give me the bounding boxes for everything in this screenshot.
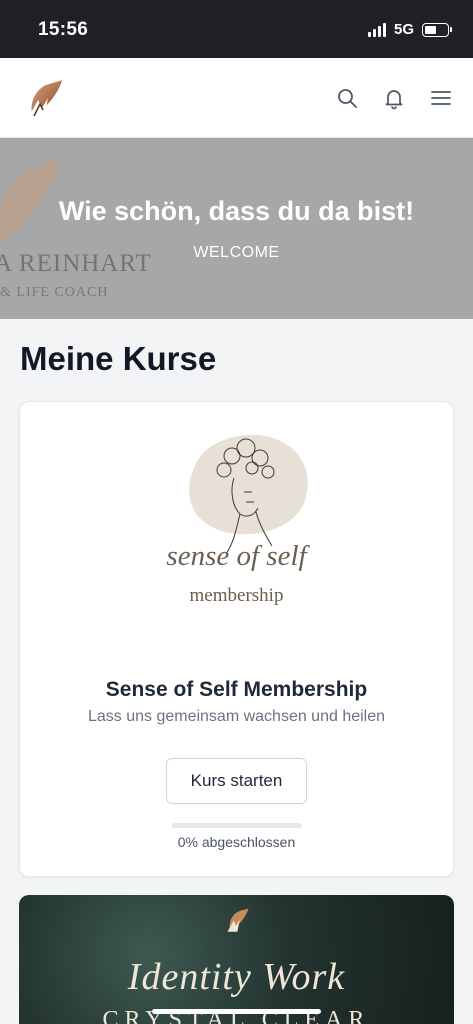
battery-icon [422,22,452,37]
hero-title: Wie schön, dass du da bist! [58,196,415,226]
course-card[interactable]: sense of self membership Sense of Self M… [19,401,454,877]
course-art-subtitle: membership [189,585,284,606]
app-header [0,58,473,138]
network-label: 5G [393,21,414,38]
start-course-button[interactable]: Kurs starten [166,758,307,804]
brand-logo[interactable] [24,78,66,120]
status-time: 15:56 [38,19,89,40]
search-icon[interactable] [335,86,359,110]
brand-logo [227,908,249,932]
section-title: Meine Kurse [20,340,217,377]
hero-subtitle: WELCOME [193,244,280,261]
status-indicators: 5G [367,21,452,38]
course-art-script: Identity Work [127,956,346,998]
course-title: Sense of Self Membership [105,678,368,701]
status-bar: 15:56 5G [0,0,473,58]
bell-icon[interactable] [382,86,406,110]
welcome-hero: A REINHART & LIFE COACH Wie schön, dass … [0,138,473,319]
course-art-script: sense of self [166,540,307,572]
course-card[interactable]: Identity Work CRYSTAL CLEAR [19,895,454,1024]
course-artwork [189,434,308,555]
course-progress-label: 0% abgeschlossen [177,834,296,850]
course-progress-bar [172,823,302,828]
course-description: Lass uns gemeinsam wachsen und heilen [87,708,386,725]
menu-icon[interactable] [429,86,453,110]
signal-icon [367,22,386,37]
home-indicator[interactable] [152,1009,321,1014]
hero-background-tagline: & LIFE COACH [0,285,109,300]
